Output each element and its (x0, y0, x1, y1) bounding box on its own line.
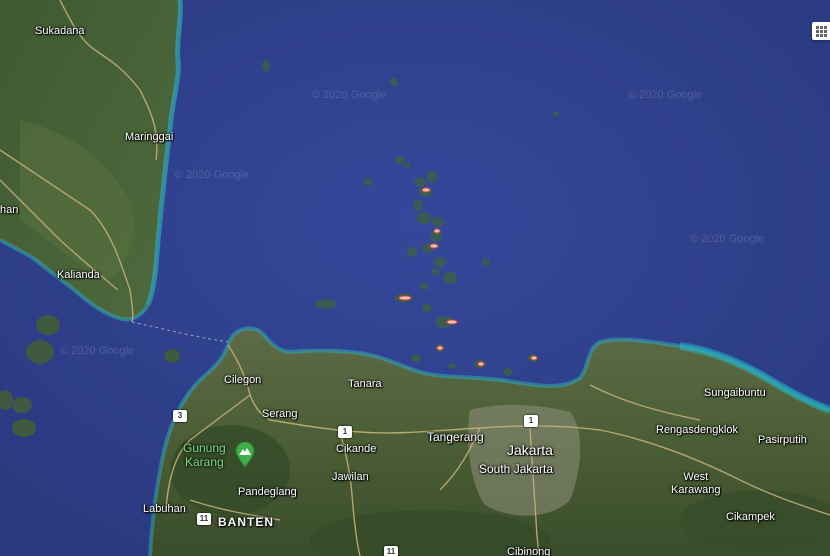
mountain-icon[interactable] (235, 442, 255, 468)
island (26, 340, 54, 364)
poi-label-gunung-karang[interactable]: Gunung Karang (183, 441, 226, 469)
watermark: © 2020 Google (175, 169, 250, 181)
place-label-west-karawang[interactable]: West Karawang (671, 471, 721, 497)
place-label-sungaibuntu[interactable]: Sungaibuntu (704, 387, 766, 399)
watermark: © 2020 Google (60, 345, 135, 357)
place-label-jakarta[interactable]: Jakarta (507, 442, 553, 458)
place-label-pandeglang[interactable]: Pandeglang (238, 486, 297, 498)
place-label-serang[interactable]: Serang (262, 408, 297, 420)
island (164, 349, 180, 363)
place-label-tangerang[interactable]: Tangerang (427, 430, 484, 444)
place-label-labuhan[interactable]: Labuhan (143, 503, 186, 515)
satellite-map[interactable]: © 2020 Google © 2020 Google © 2020 Googl… (0, 0, 830, 556)
place-label-jawilan[interactable]: Jawilan (332, 471, 369, 483)
grid-icon (816, 26, 827, 37)
place-label-han[interactable]: han (0, 204, 18, 216)
place-label-tanara[interactable]: Tanara (348, 378, 382, 390)
road-shield: 3 (173, 410, 187, 422)
forest (170, 425, 290, 515)
island (12, 397, 32, 413)
island (36, 315, 60, 335)
watermark: © 2020 Google (628, 89, 703, 101)
road-shield: 1 (524, 415, 538, 427)
road-shield: 11 (197, 513, 211, 525)
place-label-cibinong[interactable]: Cibinong (507, 546, 550, 556)
watermark: © 2020 Google (690, 233, 765, 245)
place-label-pasirputih[interactable]: Pasirputih (758, 434, 807, 446)
fullscreen-button[interactable] (812, 22, 830, 40)
island (12, 419, 36, 437)
place-label-cikampek[interactable]: Cikampek (726, 511, 775, 523)
place-label-sukadana[interactable]: Sukadana (35, 25, 85, 37)
place-label-kalianda[interactable]: Kalianda (57, 269, 100, 281)
place-label-cikande[interactable]: Cikande (336, 443, 376, 455)
place-label-maringgai[interactable]: Maringgai (125, 131, 173, 143)
place-label-rengasdengklok[interactable]: Rengasdengklok (656, 424, 738, 436)
region-label-banten[interactable]: BANTEN (218, 515, 274, 529)
road-shield: 1 (338, 426, 352, 438)
place-label-cilegon[interactable]: Cilegon (224, 374, 261, 386)
place-label-south-jakarta[interactable]: South Jakarta (479, 462, 553, 476)
watermark: © 2020 Google (312, 89, 387, 101)
road-shield: 11 (384, 546, 398, 556)
